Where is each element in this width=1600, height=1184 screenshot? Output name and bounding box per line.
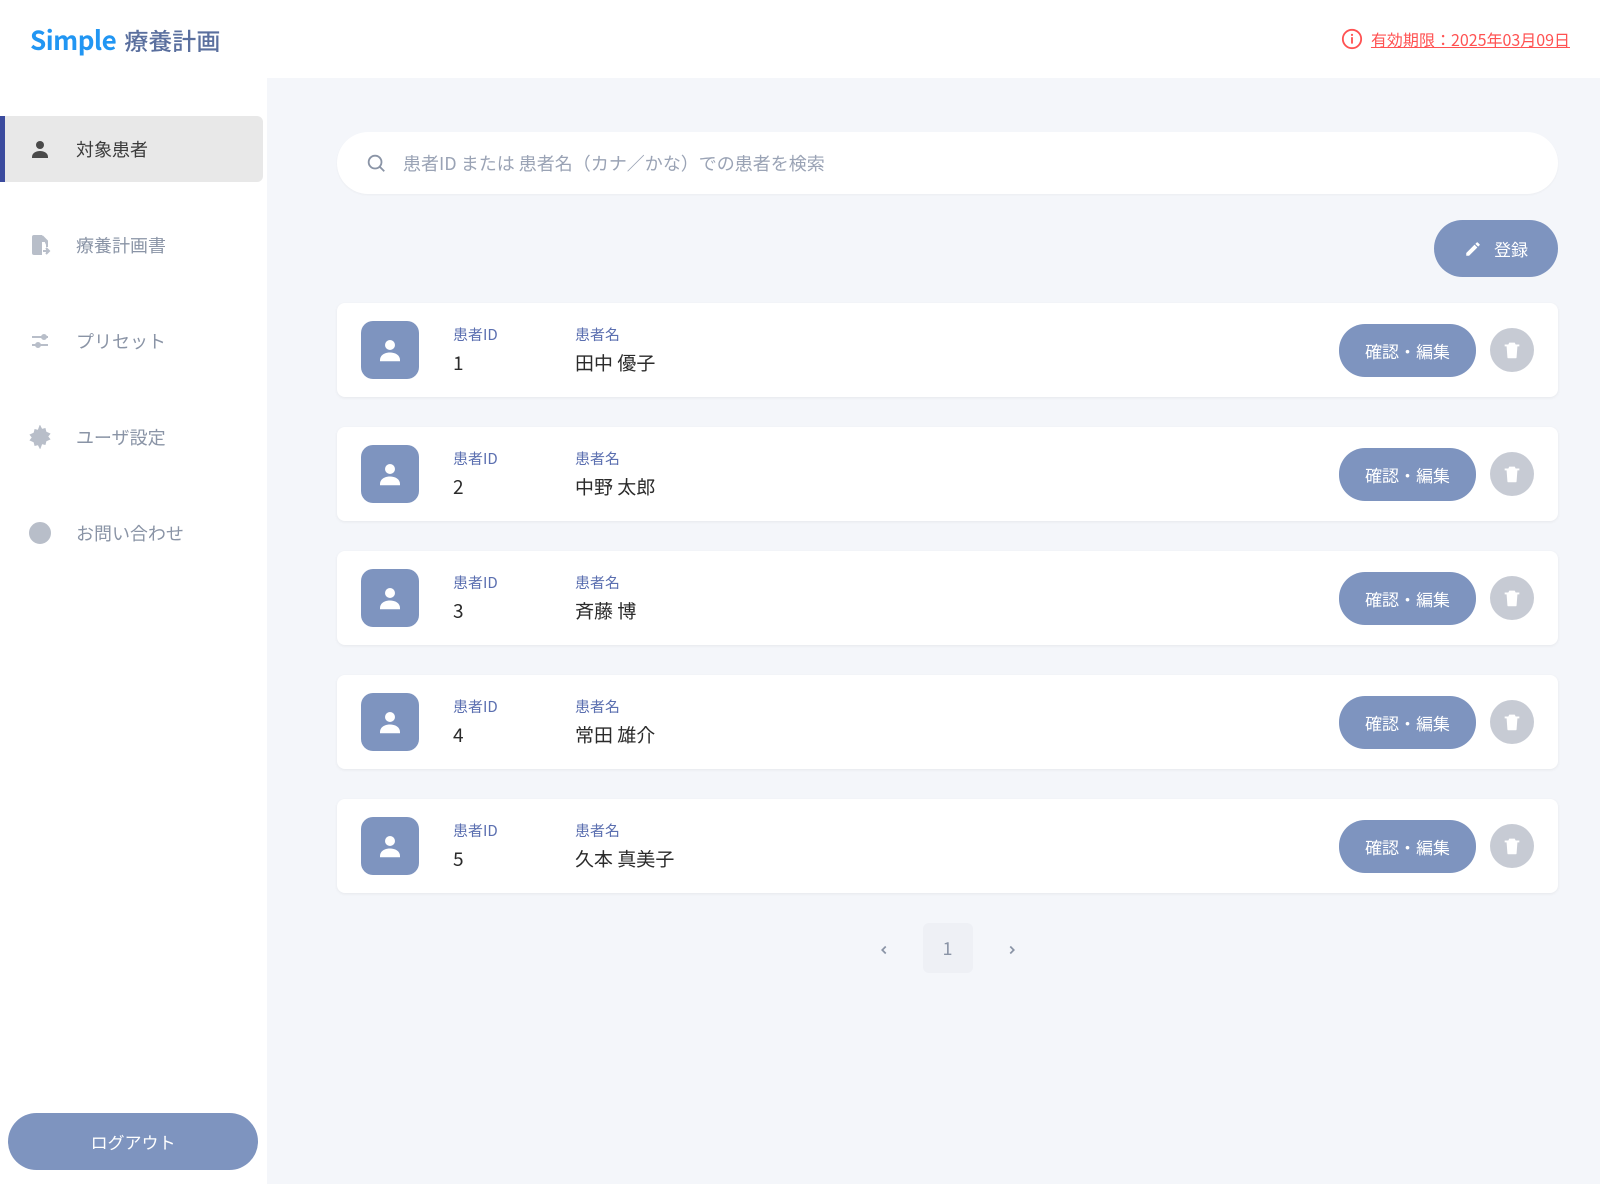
patient-card: 患者ID 2 患者名 中野 太郎 確認・編集 [337,427,1558,521]
patient-id-label: 患者ID [453,448,541,469]
person-icon [375,707,405,737]
patient-name-label: 患者名 [575,696,1305,717]
trash-icon [1501,587,1523,609]
person-icon [375,459,405,489]
delete-button[interactable] [1490,328,1534,372]
logout-button[interactable]: ログアウト [8,1113,258,1170]
pagination: 1 [337,923,1558,973]
avatar [361,693,419,751]
person-icon [28,137,52,161]
patient-id-label: 患者ID [453,324,541,345]
trash-icon [1501,463,1523,485]
trash-icon [1501,339,1523,361]
document-export-icon [28,233,52,257]
patient-name-value: 斉藤 博 [575,597,1305,624]
view-edit-button[interactable]: 確認・編集 [1339,572,1476,625]
page-number[interactable]: 1 [923,923,973,973]
patient-card: 患者ID 1 患者名 田中 優子 確認・編集 [337,303,1558,397]
sidebar: 対象患者 療養計画書 プリセット ユーザ設定 お問い合わせ ログアウト [0,78,267,1184]
patient-id-value: 2 [453,473,541,500]
sliders-icon [28,329,52,353]
sidebar-item-label: 対象患者 [76,136,148,162]
avatar [361,817,419,875]
delete-button[interactable] [1490,576,1534,620]
patient-card: 患者ID 4 患者名 常田 雄介 確認・編集 [337,675,1558,769]
sidebar-item-presets[interactable]: プリセット [0,308,267,374]
avatar [361,321,419,379]
delete-button[interactable] [1490,452,1534,496]
sidebar-item-patients[interactable]: 対象患者 [0,116,263,182]
info-circle-icon [28,521,52,545]
sidebar-item-label: 療養計画書 [76,232,166,258]
patient-name-label: 患者名 [575,820,1305,841]
chevron-left-icon [877,943,891,957]
logo-subtitle: 療養計画 [124,22,220,57]
sidebar-item-label: プリセット [76,328,166,354]
main-content: 登録 患者ID 1 患者名 田中 優子 確認・編集 患者ID 2 [267,78,1600,1184]
search-icon [365,152,387,174]
patient-id-value: 5 [453,845,541,872]
view-edit-button[interactable]: 確認・編集 [1339,324,1476,377]
page-prev[interactable] [863,924,905,973]
patient-id-value: 3 [453,597,541,624]
app-logo: Simple 療養計画 [30,21,220,58]
person-icon [375,583,405,613]
patient-id-label: 患者ID [453,572,541,593]
patient-card: 患者ID 3 患者名 斉藤 博 確認・編集 [337,551,1558,645]
patient-id-value: 4 [453,721,541,748]
chevron-right-icon [1005,943,1019,957]
search-input[interactable] [403,150,1530,176]
patient-id-label: 患者ID [453,820,541,841]
trash-icon [1501,711,1523,733]
page-next[interactable] [991,924,1033,973]
search-box [337,132,1558,194]
avatar [361,569,419,627]
expiry-text: 有効期限：2025年03月09日 [1371,27,1570,51]
person-icon [375,335,405,365]
register-label: 登録 [1494,236,1528,261]
logo-brand: Simple [30,21,116,58]
sidebar-item-contact[interactable]: お問い合わせ [0,500,267,566]
patient-name-label: 患者名 [575,324,1305,345]
pencil-icon [1464,240,1482,258]
info-icon [1341,28,1363,50]
trash-icon [1501,835,1523,857]
sidebar-item-label: ユーザ設定 [76,424,166,450]
patient-name-value: 中野 太郎 [575,473,1305,500]
patient-id-label: 患者ID [453,696,541,717]
patient-name-value: 常田 雄介 [575,721,1305,748]
patient-card: 患者ID 5 患者名 久本 真美子 確認・編集 [337,799,1558,893]
avatar [361,445,419,503]
patient-name-value: 田中 優子 [575,349,1305,376]
sidebar-item-care-plan[interactable]: 療養計画書 [0,212,267,278]
patient-id-value: 1 [453,349,541,376]
delete-button[interactable] [1490,700,1534,744]
delete-button[interactable] [1490,824,1534,868]
view-edit-button[interactable]: 確認・編集 [1339,448,1476,501]
view-edit-button[interactable]: 確認・編集 [1339,696,1476,749]
patient-name-label: 患者名 [575,572,1305,593]
sidebar-item-user-settings[interactable]: ユーザ設定 [0,404,267,470]
sidebar-item-label: お問い合わせ [76,520,184,546]
header: Simple 療養計画 有効期限：2025年03月09日 [0,0,1600,78]
view-edit-button[interactable]: 確認・編集 [1339,820,1476,873]
patient-name-label: 患者名 [575,448,1305,469]
person-icon [375,831,405,861]
expiry-link[interactable]: 有効期限：2025年03月09日 [1341,27,1570,51]
gear-icon [28,425,52,449]
patient-name-value: 久本 真美子 [575,845,1305,872]
register-button[interactable]: 登録 [1434,220,1558,277]
